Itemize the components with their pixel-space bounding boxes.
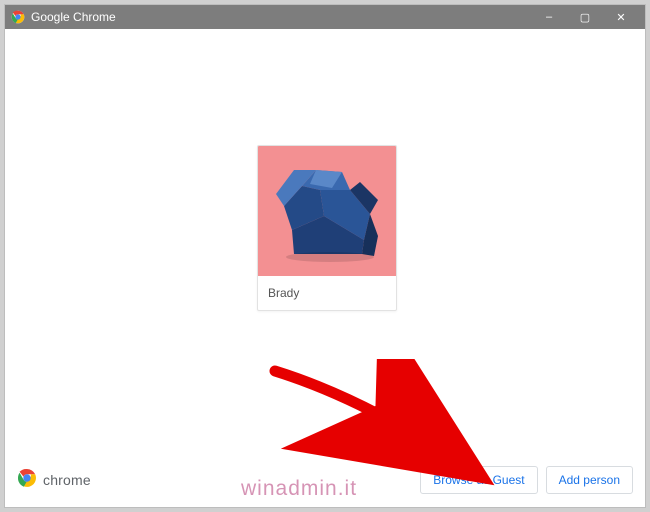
add-person-button[interactable]: Add person — [546, 466, 633, 494]
titlebar: Google Chrome – ▢ ✕ — [5, 5, 645, 29]
chrome-profile-picker-window: Google Chrome – ▢ ✕ — [4, 4, 646, 508]
content-area: Brady chrome Brow — [5, 29, 645, 507]
minimize-button[interactable]: – — [531, 5, 567, 29]
profile-name-label: Brady — [258, 276, 396, 310]
chrome-logo-icon — [17, 468, 37, 493]
footer-bar: chrome Browse as Guest Add person — [5, 463, 645, 497]
maximize-button[interactable]: ▢ — [567, 5, 603, 29]
window-title: Google Chrome — [31, 10, 531, 24]
chrome-brand: chrome — [17, 468, 91, 493]
avatar-origami-elephant-icon — [258, 146, 396, 276]
browse-as-guest-button[interactable]: Browse as Guest — [420, 466, 537, 494]
chrome-icon — [11, 10, 25, 24]
brand-text: chrome — [43, 472, 91, 488]
profile-card-brady[interactable]: Brady — [257, 145, 397, 311]
close-button[interactable]: ✕ — [603, 5, 639, 29]
